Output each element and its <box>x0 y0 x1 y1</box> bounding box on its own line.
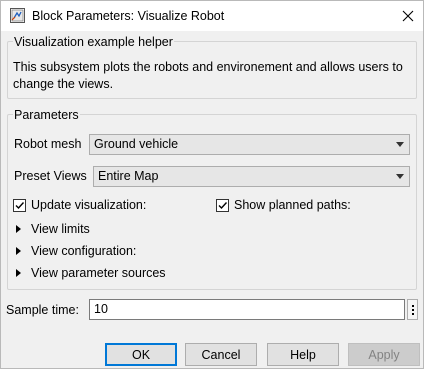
view-configuration-label: View configuration: <box>31 244 137 258</box>
ok-button[interactable]: OK <box>105 343 177 366</box>
expand-arrow-icon <box>16 269 21 277</box>
simulink-block-icon <box>10 8 25 23</box>
dialog-window: Block Parameters: Visualize Robot Visual… <box>0 0 424 369</box>
robot-mesh-label: Robot mesh <box>14 137 82 151</box>
view-parameter-sources-label: View parameter sources <box>31 266 166 280</box>
expand-arrow-icon <box>16 225 21 233</box>
title-bar[interactable]: Block Parameters: Visualize Robot <box>1 1 423 31</box>
chevron-down-icon <box>396 142 404 147</box>
preset-views-label: Preset Views <box>14 169 87 183</box>
expand-arrow-icon <box>16 247 21 255</box>
help-button[interactable]: Help <box>267 343 339 366</box>
more-options-button[interactable] <box>407 299 418 320</box>
show-planned-paths-label: Show planned paths: <box>234 198 351 212</box>
preset-views-value: Entire Map <box>98 169 159 183</box>
update-visualization-checkbox[interactable]: Update visualization: <box>13 198 146 212</box>
view-configuration-section[interactable]: View configuration: <box>14 244 136 258</box>
helper-group-title: Visualization example helper <box>13 35 174 49</box>
sample-time-input[interactable]: 10 <box>89 299 405 320</box>
apply-button[interactable]: Apply <box>348 343 420 366</box>
checkbox-checked-icon <box>13 198 26 212</box>
sample-time-label: Sample time: <box>6 303 79 317</box>
update-visualization-label: Update visualization: <box>31 198 147 212</box>
preset-views-select[interactable]: Entire Map <box>93 166 410 187</box>
parameters-group-title: Parameters <box>13 108 80 122</box>
view-limits-label: View limits <box>31 222 90 236</box>
close-icon <box>402 10 414 22</box>
view-limits-section[interactable]: View limits <box>14 222 90 236</box>
checkbox-checked-icon <box>216 198 229 212</box>
show-planned-paths-checkbox[interactable]: Show planned paths: <box>216 198 351 212</box>
helper-description: This subsystem plots the robots and envi… <box>13 60 403 91</box>
cancel-button[interactable]: Cancel <box>185 343 257 366</box>
chevron-down-icon <box>396 174 404 179</box>
robot-mesh-select[interactable]: Ground vehicle <box>89 134 410 155</box>
view-parameter-sources-section[interactable]: View parameter sources <box>14 266 166 280</box>
robot-mesh-value: Ground vehicle <box>94 137 179 151</box>
close-button[interactable] <box>393 1 423 31</box>
window-title: Block Parameters: Visualize Robot <box>32 9 225 23</box>
